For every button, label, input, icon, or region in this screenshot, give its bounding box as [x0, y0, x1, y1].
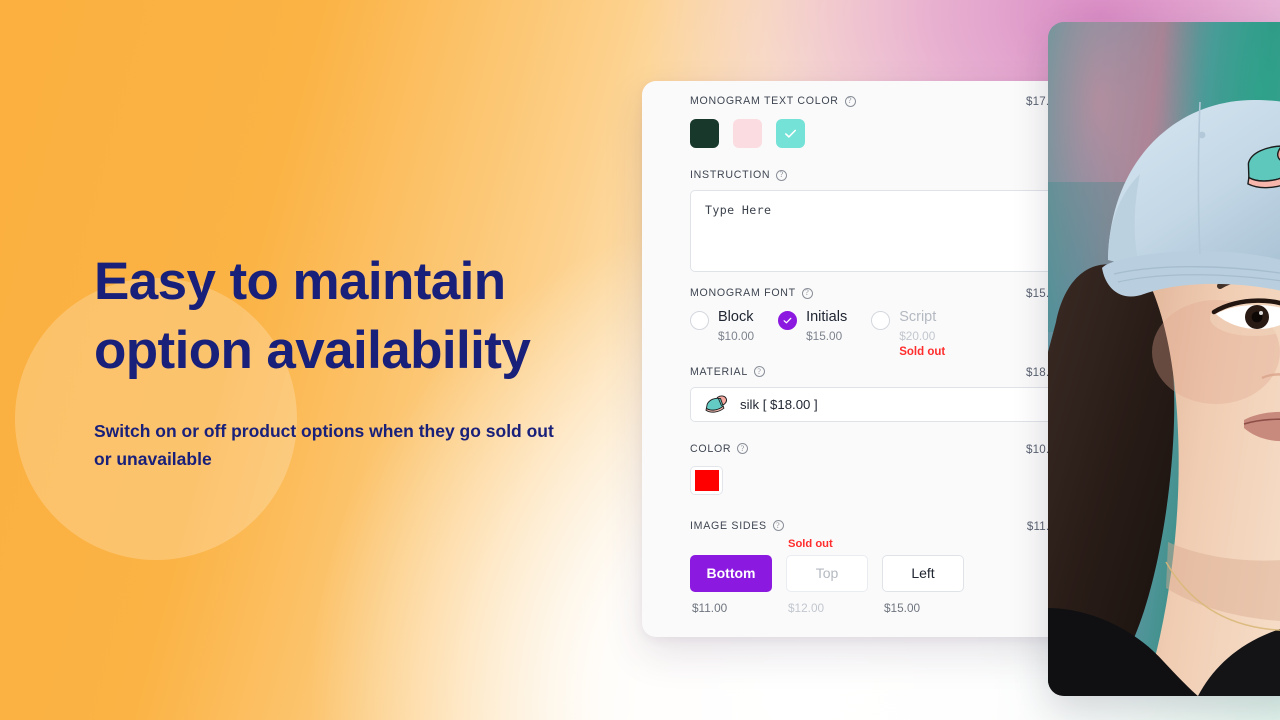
group-material: MATERIAL ? $18.0 silk [ $18.00 ]: [690, 366, 1094, 422]
instruction-label-text: INSTRUCTION: [690, 169, 771, 181]
product-options-card: MONOGRAM TEXT COLOR ? $17.0 INSTRUCTION …: [642, 81, 1094, 637]
product-photo: [1048, 22, 1280, 696]
radio-label: Initials: [806, 309, 848, 325]
label-instruction: INSTRUCTION ?: [690, 169, 1094, 181]
group-image-sides: IMAGE SIDES ? $11.0 Bottom $11.00 Sold o…: [690, 520, 1094, 615]
color-swatch-inner: [694, 469, 719, 491]
side-button-left[interactable]: Left: [882, 554, 964, 592]
question-mark-circle-icon[interactable]: ?: [844, 95, 856, 107]
material-selected-text: silk [ $18.00 ]: [740, 396, 818, 412]
status-badge-placeholder: [690, 538, 772, 553]
swatch-light-pink[interactable]: [733, 119, 762, 148]
group-instruction: INSTRUCTION ? Type Here: [690, 169, 1094, 272]
radio-option-block[interactable]: Block $10.00: [690, 309, 754, 358]
radio-price: $20.00: [899, 328, 936, 343]
monogram-text-color-swatches: [690, 119, 1094, 148]
monogram-text-color-label-text: MONOGRAM TEXT COLOR: [690, 95, 839, 107]
hero-subcopy: Switch on or off product options when th…: [94, 420, 554, 470]
side-button-top[interactable]: Top: [786, 554, 868, 592]
hero-copy: Easy to maintain option availability Swi…: [94, 248, 654, 473]
monogram-font-radio-group: Block $10.00 Initials $15.00 Script $20.…: [690, 309, 1094, 358]
side-option-top: Sold out Top $12.00: [786, 538, 868, 615]
material-label-text: MATERIAL: [690, 365, 748, 378]
side-option-left: Left $15.00: [882, 538, 964, 615]
headline-line-2: option availability: [94, 320, 531, 380]
question-mark-circle-icon[interactable]: ?: [801, 287, 813, 299]
side-price-left: $15.00: [884, 600, 921, 615]
question-mark-circle-icon[interactable]: ?: [753, 366, 765, 378]
radio-price: $10.00: [718, 328, 755, 343]
radio-button[interactable]: [871, 311, 891, 330]
check-icon: [785, 129, 796, 138]
headline-line-1: Easy to maintain: [94, 252, 506, 311]
group-color: COLOR ? $10.5: [690, 443, 1094, 495]
status-badge-sold-out: Sold out: [899, 345, 946, 358]
side-option-bottom: Bottom $11.00: [690, 538, 772, 615]
monogram-font-label-text: MONOGRAM FONT: [690, 287, 796, 299]
question-mark-circle-icon[interactable]: ?: [737, 443, 749, 455]
color-label-text: COLOR: [690, 442, 732, 455]
color-swatch-red[interactable]: [690, 465, 723, 495]
instruction-input[interactable]: Type Here: [690, 190, 1094, 272]
photo-illustration: [1048, 22, 1280, 696]
group-monogram-text-color: MONOGRAM TEXT COLOR ? $17.0: [690, 95, 1094, 148]
status-badge-placeholder: [882, 538, 964, 553]
radio-label: Block: [718, 309, 754, 325]
group-monogram-font: MONOGRAM FONT ? $15.0 Block $10.00 Initi…: [690, 287, 1094, 358]
side-price-bottom: $11.00: [692, 600, 728, 615]
material-select[interactable]: silk [ $18.00 ]: [690, 386, 1094, 422]
side-price-top: $12.00: [788, 600, 825, 615]
radio-option-script[interactable]: Script $20.00 Sold out: [871, 309, 945, 358]
page-title: Easy to maintain option availability: [94, 248, 654, 386]
side-button-bottom[interactable]: Bottom: [690, 554, 772, 592]
question-mark-circle-icon[interactable]: ?: [772, 520, 784, 532]
radio-option-initials[interactable]: Initials $15.00: [778, 309, 847, 358]
swatch-turquoise-selected[interactable]: [776, 119, 805, 148]
radio-label: Script: [899, 309, 937, 325]
check-icon: [783, 317, 792, 324]
status-badge-sold-out: Sold out: [788, 537, 833, 550]
radio-button[interactable]: [690, 311, 709, 330]
radio-price: $15.00: [806, 328, 843, 343]
swatch-dark-green[interactable]: [690, 119, 719, 148]
radio-button-selected[interactable]: [778, 311, 798, 330]
silk-fabric-roll-icon: [705, 395, 727, 413]
image-sides-button-group: Bottom $11.00 Sold out Top $12.00 Left $…: [690, 538, 1094, 615]
image-sides-label-text: IMAGE SIDES: [690, 519, 767, 532]
question-mark-circle-icon[interactable]: ?: [776, 169, 788, 181]
